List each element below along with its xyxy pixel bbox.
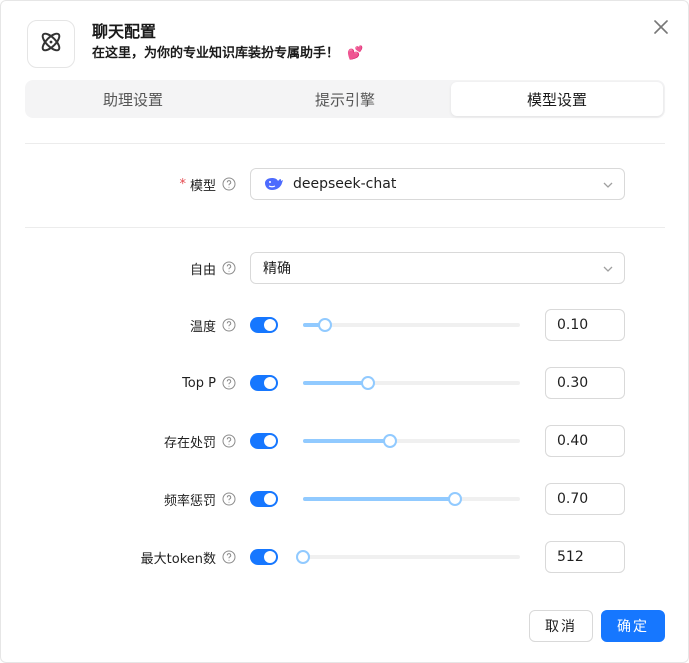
slider-handle[interactable]: [296, 550, 310, 564]
deepseek-whale-icon: [263, 176, 285, 192]
section-divider: [25, 143, 665, 144]
close-button[interactable]: [651, 18, 671, 38]
presence-penalty-input[interactable]: 0.40: [545, 425, 625, 457]
model-label-row: * 模型: [101, 174, 236, 194]
max-tokens-label-row: 最大token数: [101, 547, 236, 567]
app-logo: [27, 20, 75, 68]
question-circle-icon[interactable]: [222, 261, 236, 275]
question-circle-icon[interactable]: [222, 177, 236, 191]
presence-penalty-slider[interactable]: [303, 434, 520, 448]
toggle-knob: [264, 319, 276, 331]
question-circle-icon[interactable]: [222, 550, 236, 564]
top-p-input[interactable]: 0.30: [545, 367, 625, 399]
max-tokens-toggle[interactable]: [250, 549, 278, 565]
slider-rail: [303, 555, 520, 559]
cancel-button[interactable]: 取消: [529, 610, 593, 642]
toggle-knob: [264, 493, 276, 505]
question-circle-icon[interactable]: [222, 492, 236, 506]
frequency-penalty-label-row: 频率惩罚: [101, 489, 236, 509]
max-tokens-input[interactable]: 512: [545, 541, 625, 573]
param-label: 最大token数: [140, 551, 216, 567]
question-circle-icon[interactable]: [222, 318, 236, 332]
slider-track: [303, 497, 455, 501]
param-label: Top P: [182, 375, 216, 391]
freedom-select-value: 精确: [263, 261, 291, 277]
slider-track: [303, 381, 369, 385]
top-p-slider[interactable]: [303, 376, 520, 390]
settings-tabs: 助理设置 提示引擎 模型设置: [25, 80, 665, 118]
required-mark: *: [179, 176, 186, 192]
presence-penalty-label-row: 存在处罚: [101, 431, 236, 451]
dialog-subtitle-text: 在这里，为你的专业知识库装扮专属助手！: [92, 46, 340, 61]
temperature-label-row: 温度: [101, 315, 236, 335]
temperature-toggle[interactable]: [250, 317, 278, 333]
model-label: 模型: [189, 178, 216, 194]
presence-penalty-toggle[interactable]: [250, 433, 278, 449]
slider-track: [303, 439, 390, 443]
toggle-knob: [264, 435, 276, 447]
frequency-penalty-slider[interactable]: [303, 492, 520, 506]
chevron-down-icon: [602, 263, 614, 279]
question-circle-icon[interactable]: [222, 434, 236, 448]
confirm-button[interactable]: 确定: [601, 610, 665, 642]
slider-handle[interactable]: [317, 318, 332, 332]
chevron-down-icon: [602, 179, 614, 195]
tab-model-settings[interactable]: 模型设置: [451, 82, 663, 116]
freedom-label: 自由: [189, 262, 216, 278]
question-circle-icon[interactable]: [222, 376, 236, 390]
frequency-penalty-input[interactable]: 0.70: [545, 483, 625, 515]
max-tokens-slider[interactable]: [296, 550, 520, 564]
slider-handle[interactable]: [447, 492, 462, 506]
model-select-value: deepseek-chat: [293, 176, 397, 192]
slider-rail: [303, 323, 520, 327]
atom-icon: [38, 29, 64, 59]
dialog-subtitle: 在这里，为你的专业知识库装扮专属助手！ 💕: [92, 45, 363, 63]
toggle-knob: [264, 551, 276, 563]
top-p-toggle[interactable]: [250, 375, 278, 391]
frequency-penalty-toggle[interactable]: [250, 491, 278, 507]
param-label: 存在处罚: [163, 435, 216, 451]
freedom-label-row: 自由: [101, 258, 236, 278]
close-icon: [654, 19, 668, 38]
param-label: 频率惩罚: [163, 493, 216, 509]
dialog-title: 聊天配置: [92, 22, 157, 41]
slider-handle[interactable]: [361, 376, 376, 390]
freedom-select[interactable]: 精确: [250, 252, 625, 284]
section-divider: [25, 227, 665, 228]
temperature-input[interactable]: 0.10: [545, 309, 625, 341]
tab-assistant-settings[interactable]: 助理设置: [27, 82, 239, 116]
model-select[interactable]: deepseek-chat: [250, 168, 625, 200]
heart-emoji: 💕: [347, 46, 364, 61]
temperature-slider[interactable]: [303, 318, 520, 332]
param-label: 温度: [189, 319, 216, 335]
tab-prompt-engine[interactable]: 提示引擎: [239, 82, 451, 116]
slider-handle[interactable]: [382, 434, 397, 448]
chat-config-dialog: 聊天配置 在这里，为你的专业知识库装扮专属助手！ 💕 助理设置 提示引擎 模型设置…: [0, 0, 689, 663]
top-p-label-row: Top P: [101, 373, 236, 393]
toggle-knob: [264, 377, 276, 389]
